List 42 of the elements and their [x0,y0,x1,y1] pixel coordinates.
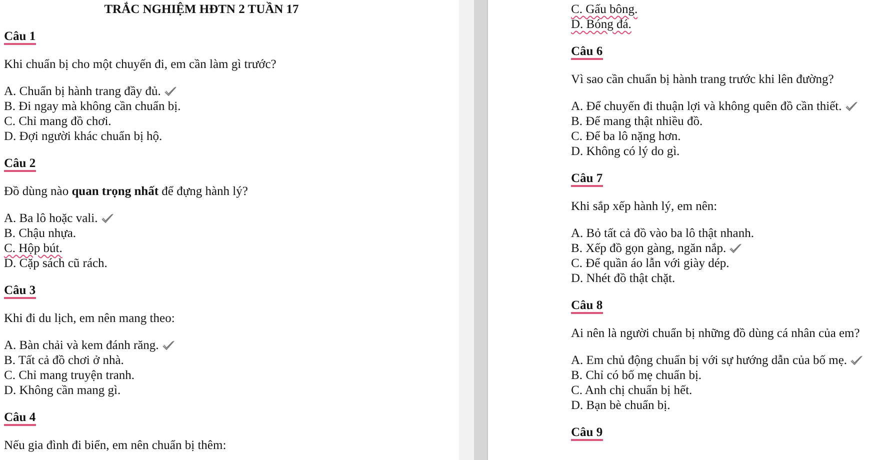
question-heading: Câu 8 [571,299,603,314]
answer-option: D. Nhét đồ thật chặt. [571,271,676,286]
answer-option: B. Xếp đồ gọn gàng, ngăn nắp. [571,241,726,256]
question-text: Nếu gia đình đi biển, em nên chuẩn bị thêm: [4,438,228,453]
answer-option: B. Để mang thật nhiều đồ. [571,114,703,129]
answer-option: B. Tất cả đồ chơi ở nhà. [4,353,124,368]
question-heading: Câu 3 [4,284,36,299]
answer-option: D. Không cần mang gì. [4,383,121,398]
question-text: Vì sao cần chuẩn bị hành trang trước khi lên đường? [571,72,835,87]
answer-option: A. Bàn chải và kem đánh răng. [4,338,159,353]
question-text: Ai nên là người chuẩn bị những đồ dùng cá nhân của em? [571,326,861,341]
answer-option: C. Chỉ mang đồ chơi. [4,114,112,129]
answer-option: D. Bóng đá. [571,17,632,32]
answer-option: A. Bỏ tất cả đồ vào ba lô thật nhanh. [571,226,754,241]
question-heading: Câu 2 [4,157,36,172]
question-text: Khi đi du lịch, em nên mang theo: [4,311,176,326]
answer-option: D. Đợi người khác chuẩn bị hộ. [4,129,162,144]
answer-option: D. Bạn bè chuẩn bị. [571,398,670,413]
answer-option: B. Chậu nhựa. [4,226,76,241]
question-text: Đồ dùng nào quan trọng nhất để đựng hành lý? [4,184,249,199]
question-heading: Câu 9 [571,426,603,441]
answer-option: A. Chuẩn bị hành trang đầy đủ. [4,84,161,99]
answer-option: B. Chỉ có bố mẹ chuẩn bị. [571,368,702,383]
answer-option: C. Gấu bông. [571,2,638,17]
question-text: Khi sắp xếp hành lý, em nên: [571,199,718,214]
answer-option: A. Ba lô hoặc vali. [4,211,98,226]
question-heading: Câu 7 [571,172,603,187]
document-title: TRẮC NGHIỆM HĐTN 2 TUẦN 17 [103,2,300,17]
question-heading: Câu 6 [571,45,603,60]
answer-option: B. Đi ngay mà không cần chuẩn bị. [4,99,181,114]
answer-option: C. Để ba lô nặng hơn. [571,129,681,144]
question-text: Khi chuẩn bị cho một chuyến đi, em cần làm gì trước? [4,57,278,72]
answer-option: D. Cặp sách cũ rách. [4,256,108,271]
question-heading: Câu 1 [4,30,36,45]
question-heading: Câu 4 [4,411,36,426]
answer-option: A. Để chuyến đi thuận lợi và không quên đồ cần thiết. [571,99,842,114]
answer-option: C. Anh chị chuẩn bị hết. [571,383,692,398]
answer-option: C. Để quần áo lẫn với giày dép. [571,256,730,271]
answer-option: C. Chỉ mang truyện tranh. [4,368,135,383]
answer-option: D. Không có lý do gì. [571,144,680,159]
answer-option: A. Em chủ động chuẩn bị với sự hướng dẫn của bố mẹ. [571,353,848,368]
answer-option: C. Hộp bút. [4,241,62,256]
